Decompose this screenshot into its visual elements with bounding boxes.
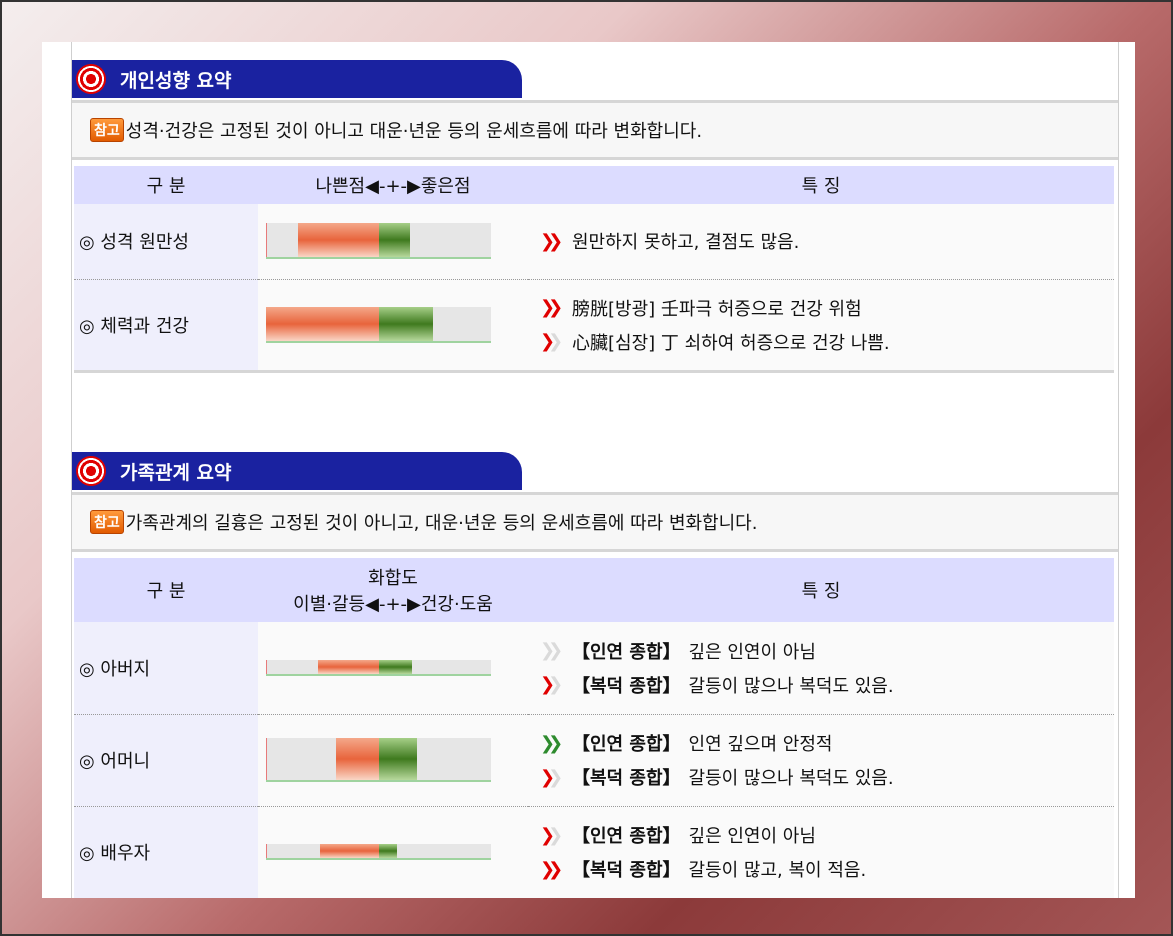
family-table: 구 분 화합도 이별·갈등◀-+-▶건강·도움 특 징 ◎ 아버지 ❯ ❯ 【인연 …: [74, 558, 1114, 898]
header-scale-title: 화합도: [368, 568, 418, 589]
summary-keyword: 【인연 종합】: [572, 641, 681, 663]
right-divider: [1118, 42, 1119, 898]
header-category: 구 분: [74, 558, 258, 622]
bar-bad-segment: [297, 223, 379, 258]
bar-good-segment: [378, 659, 413, 674]
table-row: ◎ 어머니 ❯ ❯ 【인연 종합】 인연 깊으며 안정적 ❯ ❯ 【복덕 종합】 갈등이 많으…: [74, 714, 1114, 807]
harmony-bar: [266, 738, 491, 782]
row-category: ◎ 배우자: [74, 806, 258, 898]
row-category: ◎ 성격 원만성: [74, 204, 258, 280]
bar-start-tick: [266, 223, 267, 258]
header-feature: 특 징: [528, 558, 1114, 622]
description-line: ❯ ❯ 【인연 종합】 깊은 인연이 아님: [540, 634, 1114, 668]
table-row: ◎ 성격 원만성 ❯ ❯ 원만하지 못하고, 결점도 많음.: [74, 204, 1114, 280]
description-text: 깊은 인연이 아님: [688, 826, 816, 847]
harmony-bar: [266, 306, 491, 343]
chevron-double-right-icon: ❯ ❯: [540, 640, 563, 662]
chevron-double-right-icon: ❯ ❯: [540, 732, 563, 754]
chevron-double-right-icon: ❯ ❯: [540, 858, 563, 880]
header-scale: 화합도 이별·갈등◀-+-▶건강·도움: [258, 558, 528, 622]
header-feature: 특 징: [528, 166, 1114, 204]
content-panel: 개인성향 요약 참고 성격·건강은 고정된 것이 아니고 대운·년운 등의 운세…: [42, 42, 1135, 898]
summary-keyword: 【복덕 종합】: [572, 860, 681, 881]
section-title-family: 가족관계 요약: [72, 452, 522, 490]
table-row: ◎ 아버지 ❯ ❯ 【인연 종합】 깊은 인연이 아님 ❯ ❯ 【복덕 종합】 갈등이 많으나…: [74, 622, 1114, 715]
row-description: ❯ ❯ 【인연 종합】 깊은 인연이 아님 ❯ ❯ 【복덕 종합】 갈등이 많으나 복덕도 있…: [528, 622, 1114, 715]
description-line: ❯ ❯ 원만하지 못하고, 결점도 많음.: [540, 224, 1114, 258]
description-text: 갈등이 많고, 복이 적음.: [688, 860, 867, 881]
harmony-bar: [266, 844, 491, 860]
bar-bad-segment: [320, 844, 379, 858]
chevron-double-right-icon: ❯ ❯: [540, 824, 563, 846]
row-description: ❯ ❯ 원만하지 못하고, 결점도 많음.: [528, 204, 1114, 280]
section-title-text: 개인성향 요약: [120, 69, 232, 92]
description-text: 膀胱[방광] 壬파극 허증으로 건강 위험: [572, 298, 862, 320]
description-text: 인연 깊으며 안정적: [688, 734, 833, 755]
description-line: ❯ ❯ 【인연 종합】 인연 깊으며 안정적: [540, 726, 1114, 760]
bar-start-tick: [266, 844, 267, 858]
row-category: ◎ 어머니: [74, 714, 258, 807]
row-description: ❯ ❯ 膀胱[방광] 壬파극 허증으로 건강 위험 ❯ ❯ 心臟[심장] 丁 쇠하여 허증…: [528, 279, 1114, 373]
personality-table: 구 분 나쁜점◀-+-▶좋은점 특 징 ◎ 성격 원만성 ❯ ❯ 원만하지 못하고,…: [74, 166, 1114, 373]
header-category: 구 분: [74, 166, 258, 204]
header-scale: 나쁜점◀-+-▶좋은점: [258, 166, 528, 204]
description-text: 깊은 인연이 아님: [688, 641, 816, 663]
harmony-bar: [266, 223, 491, 260]
description-line: ❯ ❯ 【인연 종합】 깊은 인연이 아님: [540, 818, 1114, 852]
bar-bad-segment: [335, 738, 379, 780]
note-row-family: 참고 가족관계의 길흉은 고정된 것이 아니고, 대운·년운 등의 운세흐름에 …: [72, 492, 1118, 552]
row-category: ◎ 체력과 건강: [74, 279, 258, 373]
note-badge: 참고: [90, 510, 124, 534]
target-icon: [76, 64, 106, 94]
description-line: ❯ ❯ 【복덕 종합】 갈등이 많고, 복이 적음.: [540, 852, 1114, 886]
bar-bad-segment: [266, 306, 379, 341]
note-text: 성격·건강은 고정된 것이 아니고 대운·년운 등의 운세흐름에 따라 변화합니…: [125, 121, 703, 142]
note-row-personality: 참고 성격·건강은 고정된 것이 아니고 대운·년운 등의 운세흐름에 따라 변…: [72, 100, 1118, 160]
bar-good-segment: [378, 738, 417, 780]
description-line: ❯ ❯ 膀胱[방광] 壬파극 허증으로 건강 위험: [540, 291, 1114, 325]
description-line: ❯ ❯ 心臟[심장] 丁 쇠하여 허증으로 건강 나쁨.: [540, 325, 1114, 359]
description-text: 心臟[심장] 丁 쇠하여 허증으로 건강 나쁨.: [572, 332, 890, 354]
header-scale-range: 이별·갈등◀-+-▶건강·도움: [293, 594, 493, 615]
chevron-double-right-icon: ❯ ❯: [540, 766, 563, 788]
bar-start-tick: [266, 659, 267, 674]
note-badge: 참고: [90, 118, 124, 142]
summary-keyword: 【복덕 종합】: [572, 768, 681, 789]
bar-good-segment: [378, 844, 397, 858]
note-text: 가족관계의 길흉은 고정된 것이 아니고, 대운·년운 등의 운세흐름에 따라 …: [125, 513, 758, 534]
section-title-text: 가족관계 요약: [120, 461, 232, 484]
description-text: 갈등이 많으나 복덕도 있음.: [688, 675, 894, 697]
summary-keyword: 【인연 종합】: [572, 826, 681, 847]
table-row: ◎ 배우자 ❯ ❯ 【인연 종합】 깊은 인연이 아님 ❯ ❯ 【복덕 종합】 갈등이 많고,…: [74, 806, 1114, 898]
summary-keyword: 【복덕 종합】: [572, 675, 681, 697]
summary-keyword: 【인연 종합】: [572, 734, 681, 755]
description-line: ❯ ❯ 【복덕 종합】 갈등이 많으나 복덕도 있음.: [540, 760, 1114, 794]
description-text: 원만하지 못하고, 결점도 많음.: [572, 232, 800, 254]
section-title-personality: 개인성향 요약: [72, 60, 522, 98]
bar-good-segment: [378, 306, 433, 341]
bar-start-tick: [266, 738, 267, 780]
bar-good-segment: [378, 223, 410, 258]
chevron-double-right-icon: ❯ ❯: [540, 331, 563, 352]
chevron-double-right-icon: ❯ ❯: [540, 230, 563, 252]
description-line: ❯ ❯ 【복덕 종합】 갈등이 많으나 복덕도 있음.: [540, 668, 1114, 702]
description-text: 갈등이 많으나 복덕도 있음.: [688, 768, 894, 789]
row-description: ❯ ❯ 【인연 종합】 인연 깊으며 안정적 ❯ ❯ 【복덕 종합】 갈등이 많으나 복덕도 …: [528, 714, 1114, 807]
bar-bad-segment: [317, 659, 379, 674]
table-row: ◎ 체력과 건강 ❯ ❯ 膀胱[방광] 壬파극 허증으로 건강 위험 ❯ ❯ 心臟[심장]…: [74, 279, 1114, 373]
chevron-double-right-icon: ❯ ❯: [540, 297, 563, 318]
row-description: ❯ ❯ 【인연 종합】 깊은 인연이 아님 ❯ ❯ 【복덕 종합】 갈등이 많고, 복이 적음…: [528, 806, 1114, 898]
target-icon: [76, 456, 106, 486]
harmony-bar: [266, 659, 491, 676]
chevron-double-right-icon: ❯ ❯: [540, 674, 563, 696]
row-category: ◎ 아버지: [74, 622, 258, 715]
